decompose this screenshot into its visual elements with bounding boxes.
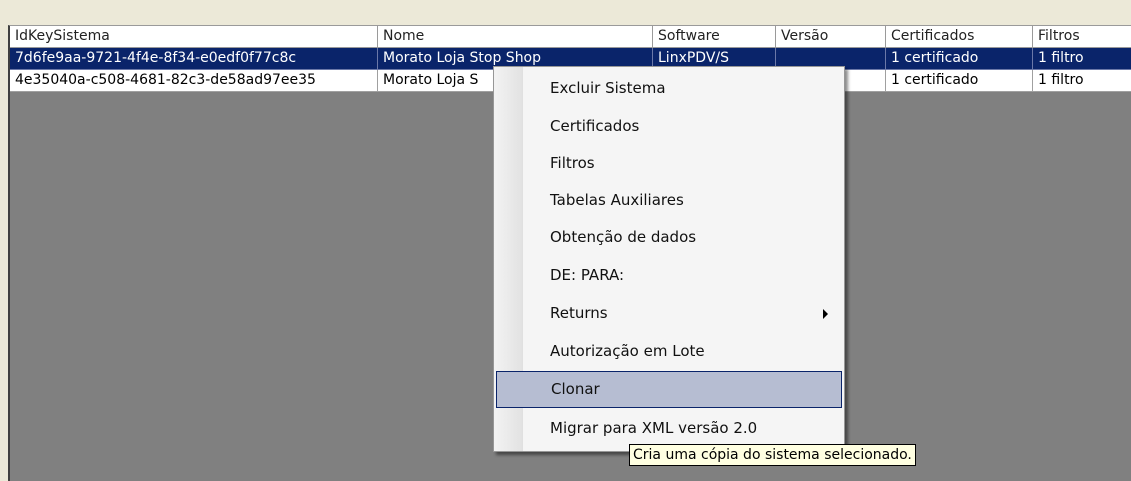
menu-item-obtencao-de-dados[interactable]: Obtenção de dados — [496, 219, 842, 256]
menu-item-clonar[interactable]: Clonar — [496, 371, 842, 408]
column-header-nome[interactable]: Nome — [378, 26, 653, 48]
menu-item-migrar-xml[interactable]: Migrar para XML versão 2.0 — [496, 410, 842, 447]
menu-item-certificados[interactable]: Certificados — [496, 108, 842, 145]
menu-item-de-para[interactable]: DE: PARA: — [496, 257, 842, 294]
column-header-filtros[interactable]: Filtros — [1033, 26, 1131, 48]
column-header-idkeysistema[interactable]: IdKeySistema — [10, 26, 378, 48]
menu-item-tabelas-auxiliares[interactable]: Tabelas Auxiliares — [496, 182, 842, 219]
column-header-versao[interactable]: Versão — [776, 26, 886, 48]
context-menu: Excluir Sistema Certificados Filtros Tab… — [493, 66, 845, 452]
menu-item-returns[interactable]: Returns — [496, 295, 842, 332]
column-header-software[interactable]: Software — [653, 26, 776, 48]
menu-item-filtros[interactable]: Filtros — [496, 145, 842, 182]
cell-idkeysistema[interactable]: 4e35040a-c508-4681-82c3-de58ad97ee35 — [10, 70, 378, 92]
toolbar-strip — [0, 0, 1131, 25]
cell-filtros[interactable]: 1 filtro — [1033, 70, 1131, 92]
cell-certificados[interactable]: 1 certificado — [886, 70, 1033, 92]
menu-item-returns-label: Returns — [550, 304, 608, 322]
menu-item-autorizacao-em-lote[interactable]: Autorização em Lote — [496, 333, 842, 370]
grid-header: IdKeySistema Nome Software Versão Certif… — [10, 26, 1131, 48]
column-header-certificados[interactable]: Certificados — [886, 26, 1033, 48]
tooltip: Cria uma cópia do sistema selecionado. — [629, 444, 916, 466]
cell-filtros[interactable]: 1 filtro — [1033, 48, 1131, 70]
cell-idkeysistema[interactable]: 7d6fe9aa-9721-4f4e-8f34-e0edf0f77c8c — [10, 48, 378, 70]
menu-item-excluir-sistema[interactable]: Excluir Sistema — [496, 70, 842, 107]
submenu-arrow-icon — [823, 308, 828, 319]
cell-certificados[interactable]: 1 certificado — [886, 48, 1033, 70]
